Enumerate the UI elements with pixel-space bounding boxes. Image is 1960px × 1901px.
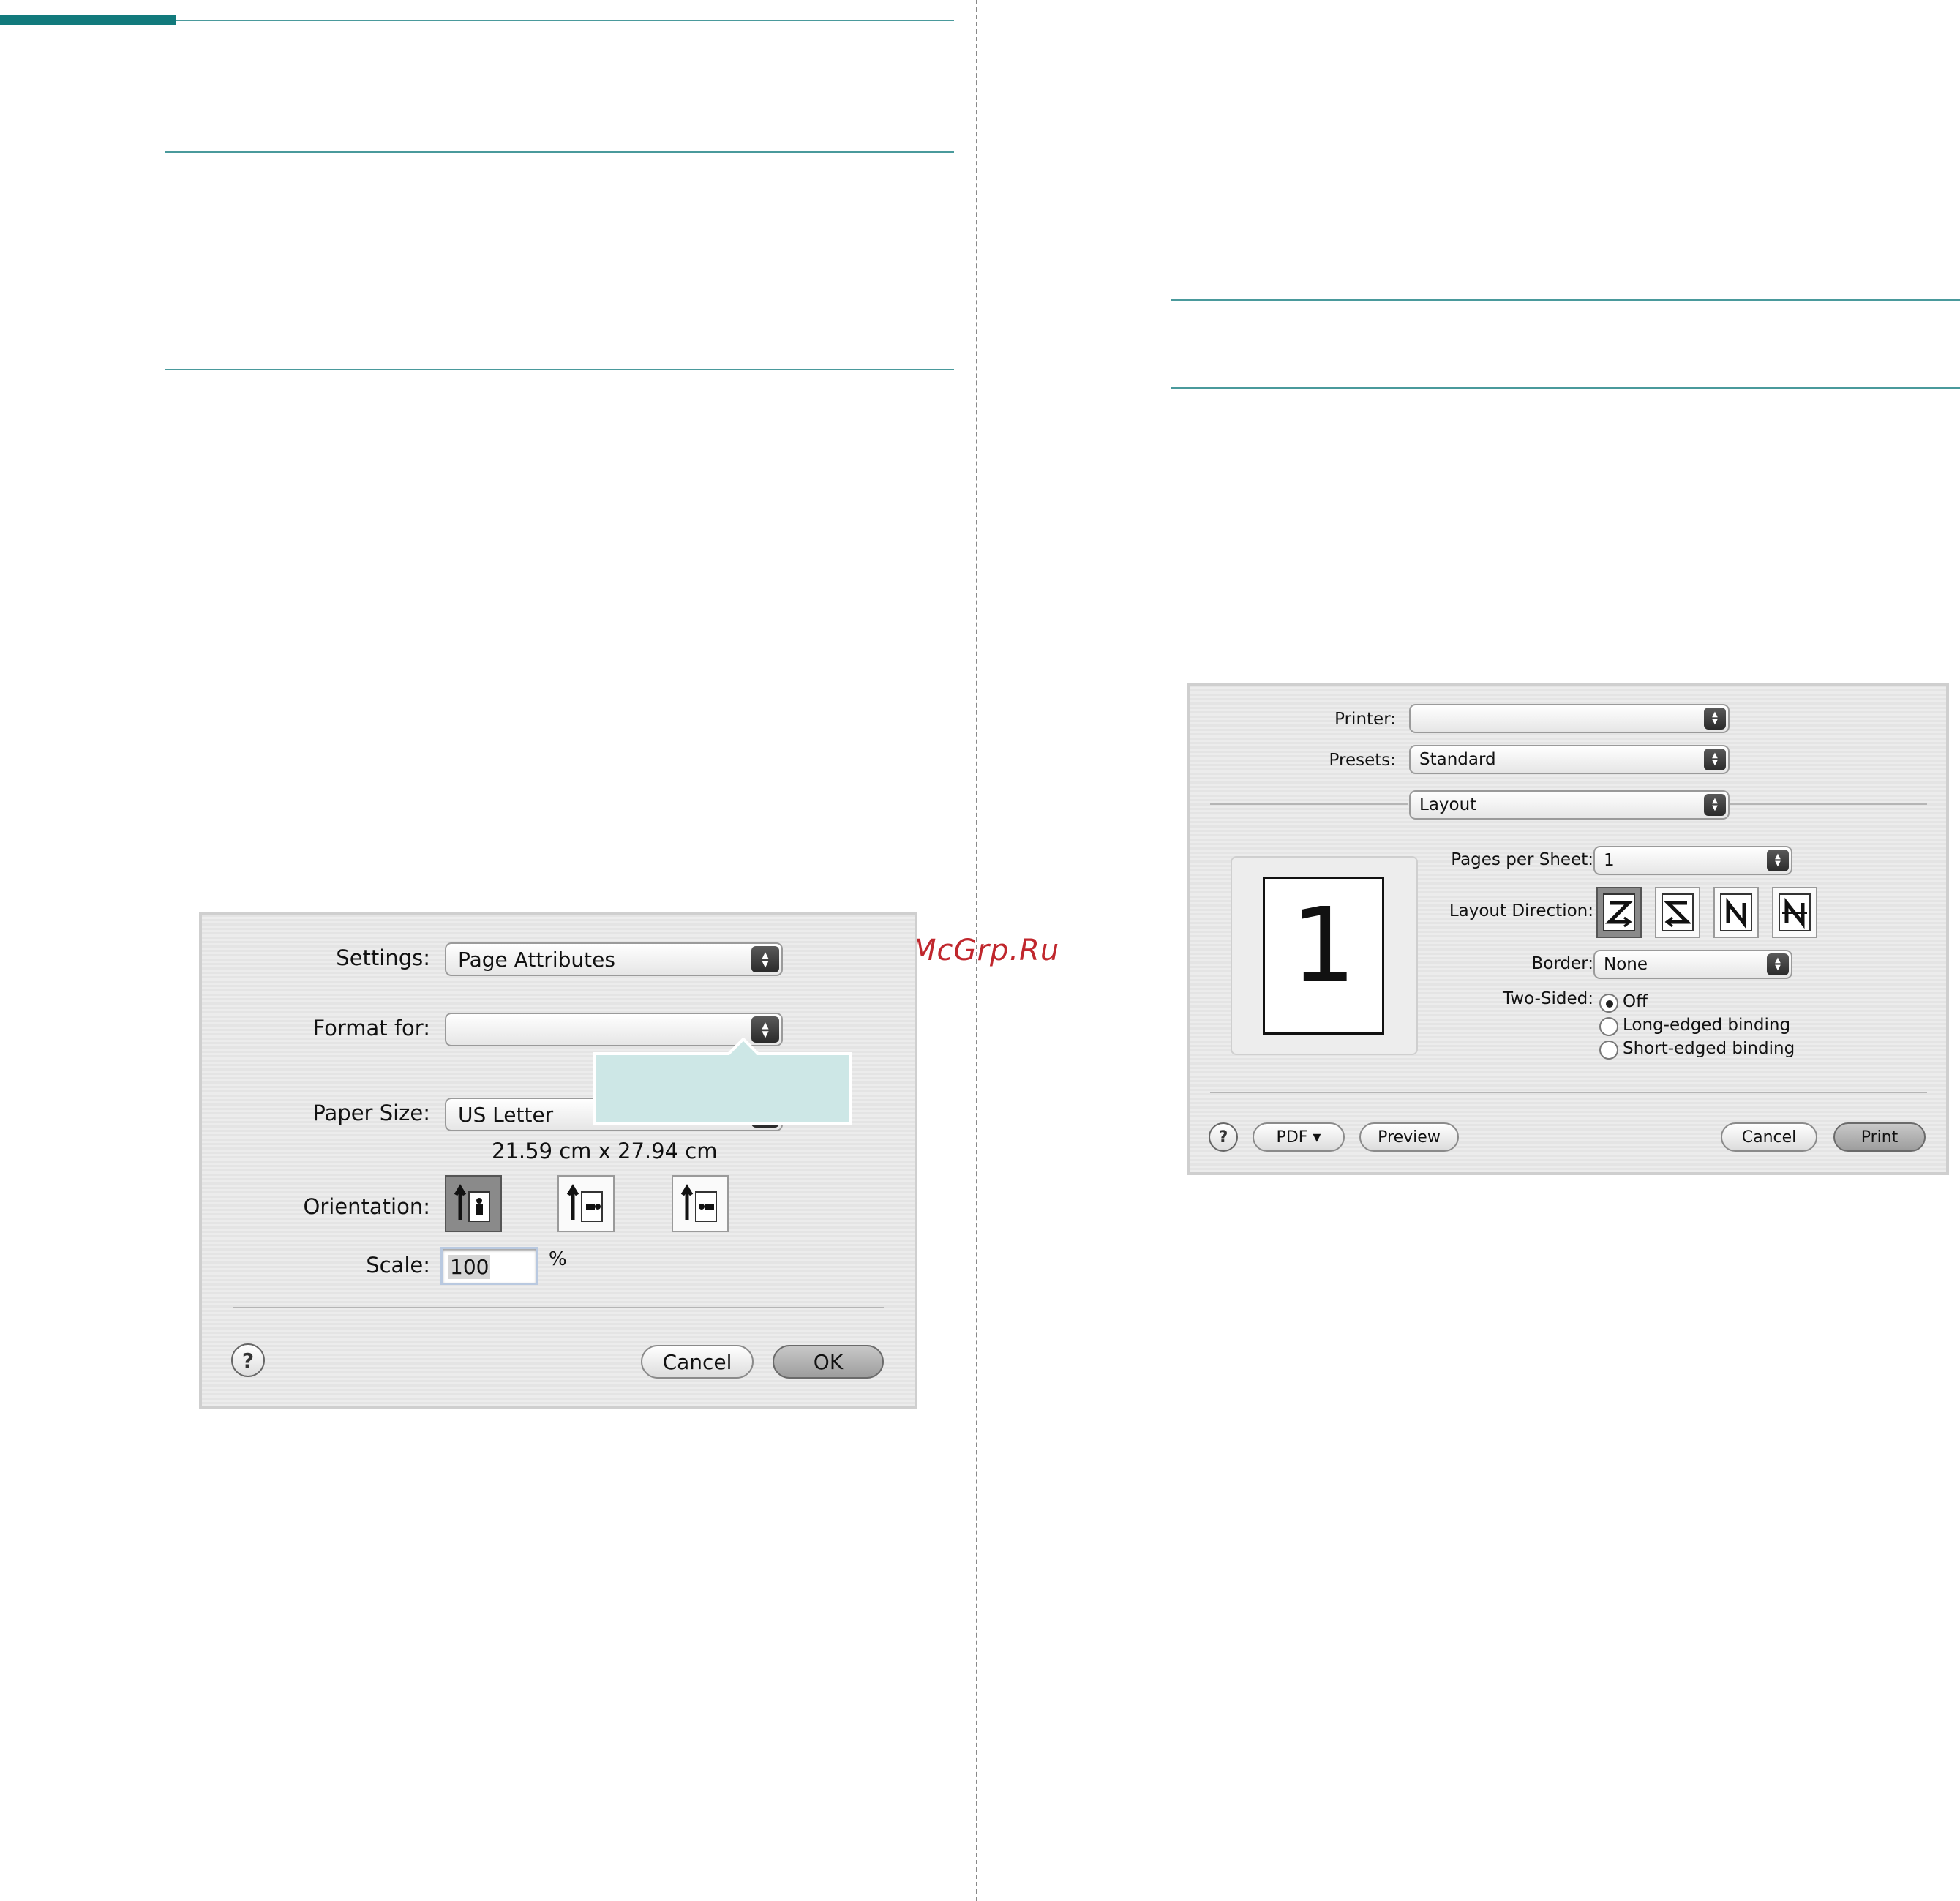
preview-button[interactable]: Preview (1359, 1122, 1459, 1152)
layout-direction-s-button[interactable] (1655, 887, 1700, 938)
two-sided-off-label: Off (1623, 992, 1648, 1011)
print-button[interactable]: Print (1833, 1122, 1926, 1152)
portrait-icon (454, 1184, 490, 1222)
orientation-landscape-right-button[interactable] (672, 1175, 729, 1232)
section-rule-1 (165, 151, 954, 153)
s-right-left-icon (1662, 893, 1694, 931)
layout-direction-n-left-button[interactable] (1713, 887, 1759, 938)
landscape-right-icon (680, 1184, 717, 1222)
border-label: Border: (1531, 954, 1593, 973)
radio-off[interactable] (1599, 994, 1618, 1013)
watermark-text: McGrp.Ru (911, 934, 1060, 967)
border-popup[interactable]: None ▲ ▼ (1593, 950, 1792, 979)
z-left-right-icon (1603, 893, 1635, 931)
format-for-label: Format for: (312, 1016, 430, 1041)
page-preview-frame: 1 (1231, 856, 1418, 1055)
panel-separator-right (1730, 803, 1927, 805)
n-top-bottom-left-icon (1720, 893, 1752, 931)
two-sided-long-label: Long-edged binding (1623, 1016, 1791, 1035)
printer-popup[interactable]: ▲ ▼ (1409, 704, 1730, 733)
settings-label: Settings: (336, 945, 430, 970)
orientation-label: Orientation: (303, 1194, 431, 1219)
n-top-bottom-right-icon (1779, 893, 1811, 931)
scale-label: Scale: (366, 1253, 430, 1278)
dialog-separator (1210, 1092, 1927, 1093)
preview-page-number: 1 (1291, 886, 1356, 1005)
pdf-button[interactable]: PDF ▾ (1253, 1122, 1345, 1152)
panel-separator-left (1210, 803, 1408, 805)
radio-short-edged[interactable] (1599, 1041, 1618, 1060)
panel-value: Layout (1419, 795, 1477, 814)
radio-long-edged[interactable] (1599, 1017, 1618, 1036)
section-accent-bar (0, 15, 176, 25)
paper-dimensions: 21.59 cm x 27.94 cm (492, 1139, 718, 1163)
settings-popup[interactable]: Page Attributes ▲ ▼ (445, 942, 783, 976)
layout-direction-z-button[interactable] (1596, 887, 1642, 938)
section-rule-4 (1171, 387, 1960, 389)
popup-arrows-icon: ▲▼ (751, 946, 779, 972)
help-button[interactable]: ? (231, 1343, 265, 1377)
pages-per-sheet-value: 1 (1604, 851, 1615, 870)
cancel-button[interactable]: Cancel (641, 1345, 754, 1379)
pages-per-sheet-popup[interactable]: 1 ▲ ▼ (1593, 846, 1792, 875)
pages-per-sheet-label: Pages per Sheet: (1451, 850, 1593, 869)
page-preview: 1 (1263, 877, 1384, 1035)
scale-value: 100 (448, 1255, 491, 1279)
settings-value: Page Attributes (458, 948, 615, 972)
popup-arrows-icon: ▲▼ (1767, 953, 1789, 975)
presets-label: Presets: (1329, 751, 1396, 770)
scale-field[interactable]: 100 (440, 1247, 538, 1285)
panel-popup[interactable]: Layout ▲ ▼ (1409, 790, 1730, 820)
header-rule (176, 20, 954, 21)
section-rule-2 (165, 369, 954, 370)
presets-value: Standard (1419, 750, 1496, 769)
two-sided-label: Two-Sided: (1503, 989, 1593, 1008)
layout-direction-n-right-button[interactable] (1772, 887, 1817, 938)
dialog-separator (233, 1307, 884, 1308)
popup-arrows-icon: ▲▼ (1704, 749, 1726, 770)
orientation-landscape-left-button[interactable] (557, 1175, 615, 1232)
cancel-button[interactable]: Cancel (1721, 1122, 1817, 1152)
callout-box (593, 1038, 852, 1125)
section-rule-3 (1171, 299, 1960, 301)
presets-popup[interactable]: Standard ▲ ▼ (1409, 745, 1730, 774)
scale-unit: % (549, 1248, 567, 1270)
page-setup-dialog: Settings: Page Attributes ▲ ▼ Format for:… (199, 912, 917, 1409)
two-sided-short-label: Short-edged binding (1623, 1039, 1795, 1058)
ok-button[interactable]: OK (773, 1345, 884, 1379)
popup-arrows-icon: ▲▼ (1704, 794, 1726, 816)
paper-size-label: Paper Size: (312, 1101, 430, 1125)
layout-direction-label: Layout Direction: (1449, 901, 1593, 920)
paper-size-value: US Letter (458, 1103, 554, 1127)
popup-arrows-icon: ▲▼ (1767, 850, 1789, 871)
landscape-left-icon (566, 1184, 603, 1222)
help-button[interactable]: ? (1209, 1122, 1238, 1152)
print-dialog: Printer: ▲ ▼ Presets: Standard ▲ ▼ Layout … (1187, 683, 1949, 1175)
orientation-portrait-button[interactable] (445, 1175, 502, 1232)
border-value: None (1604, 955, 1648, 974)
printer-label: Printer: (1334, 710, 1396, 729)
popup-arrows-icon: ▲▼ (1704, 708, 1726, 730)
